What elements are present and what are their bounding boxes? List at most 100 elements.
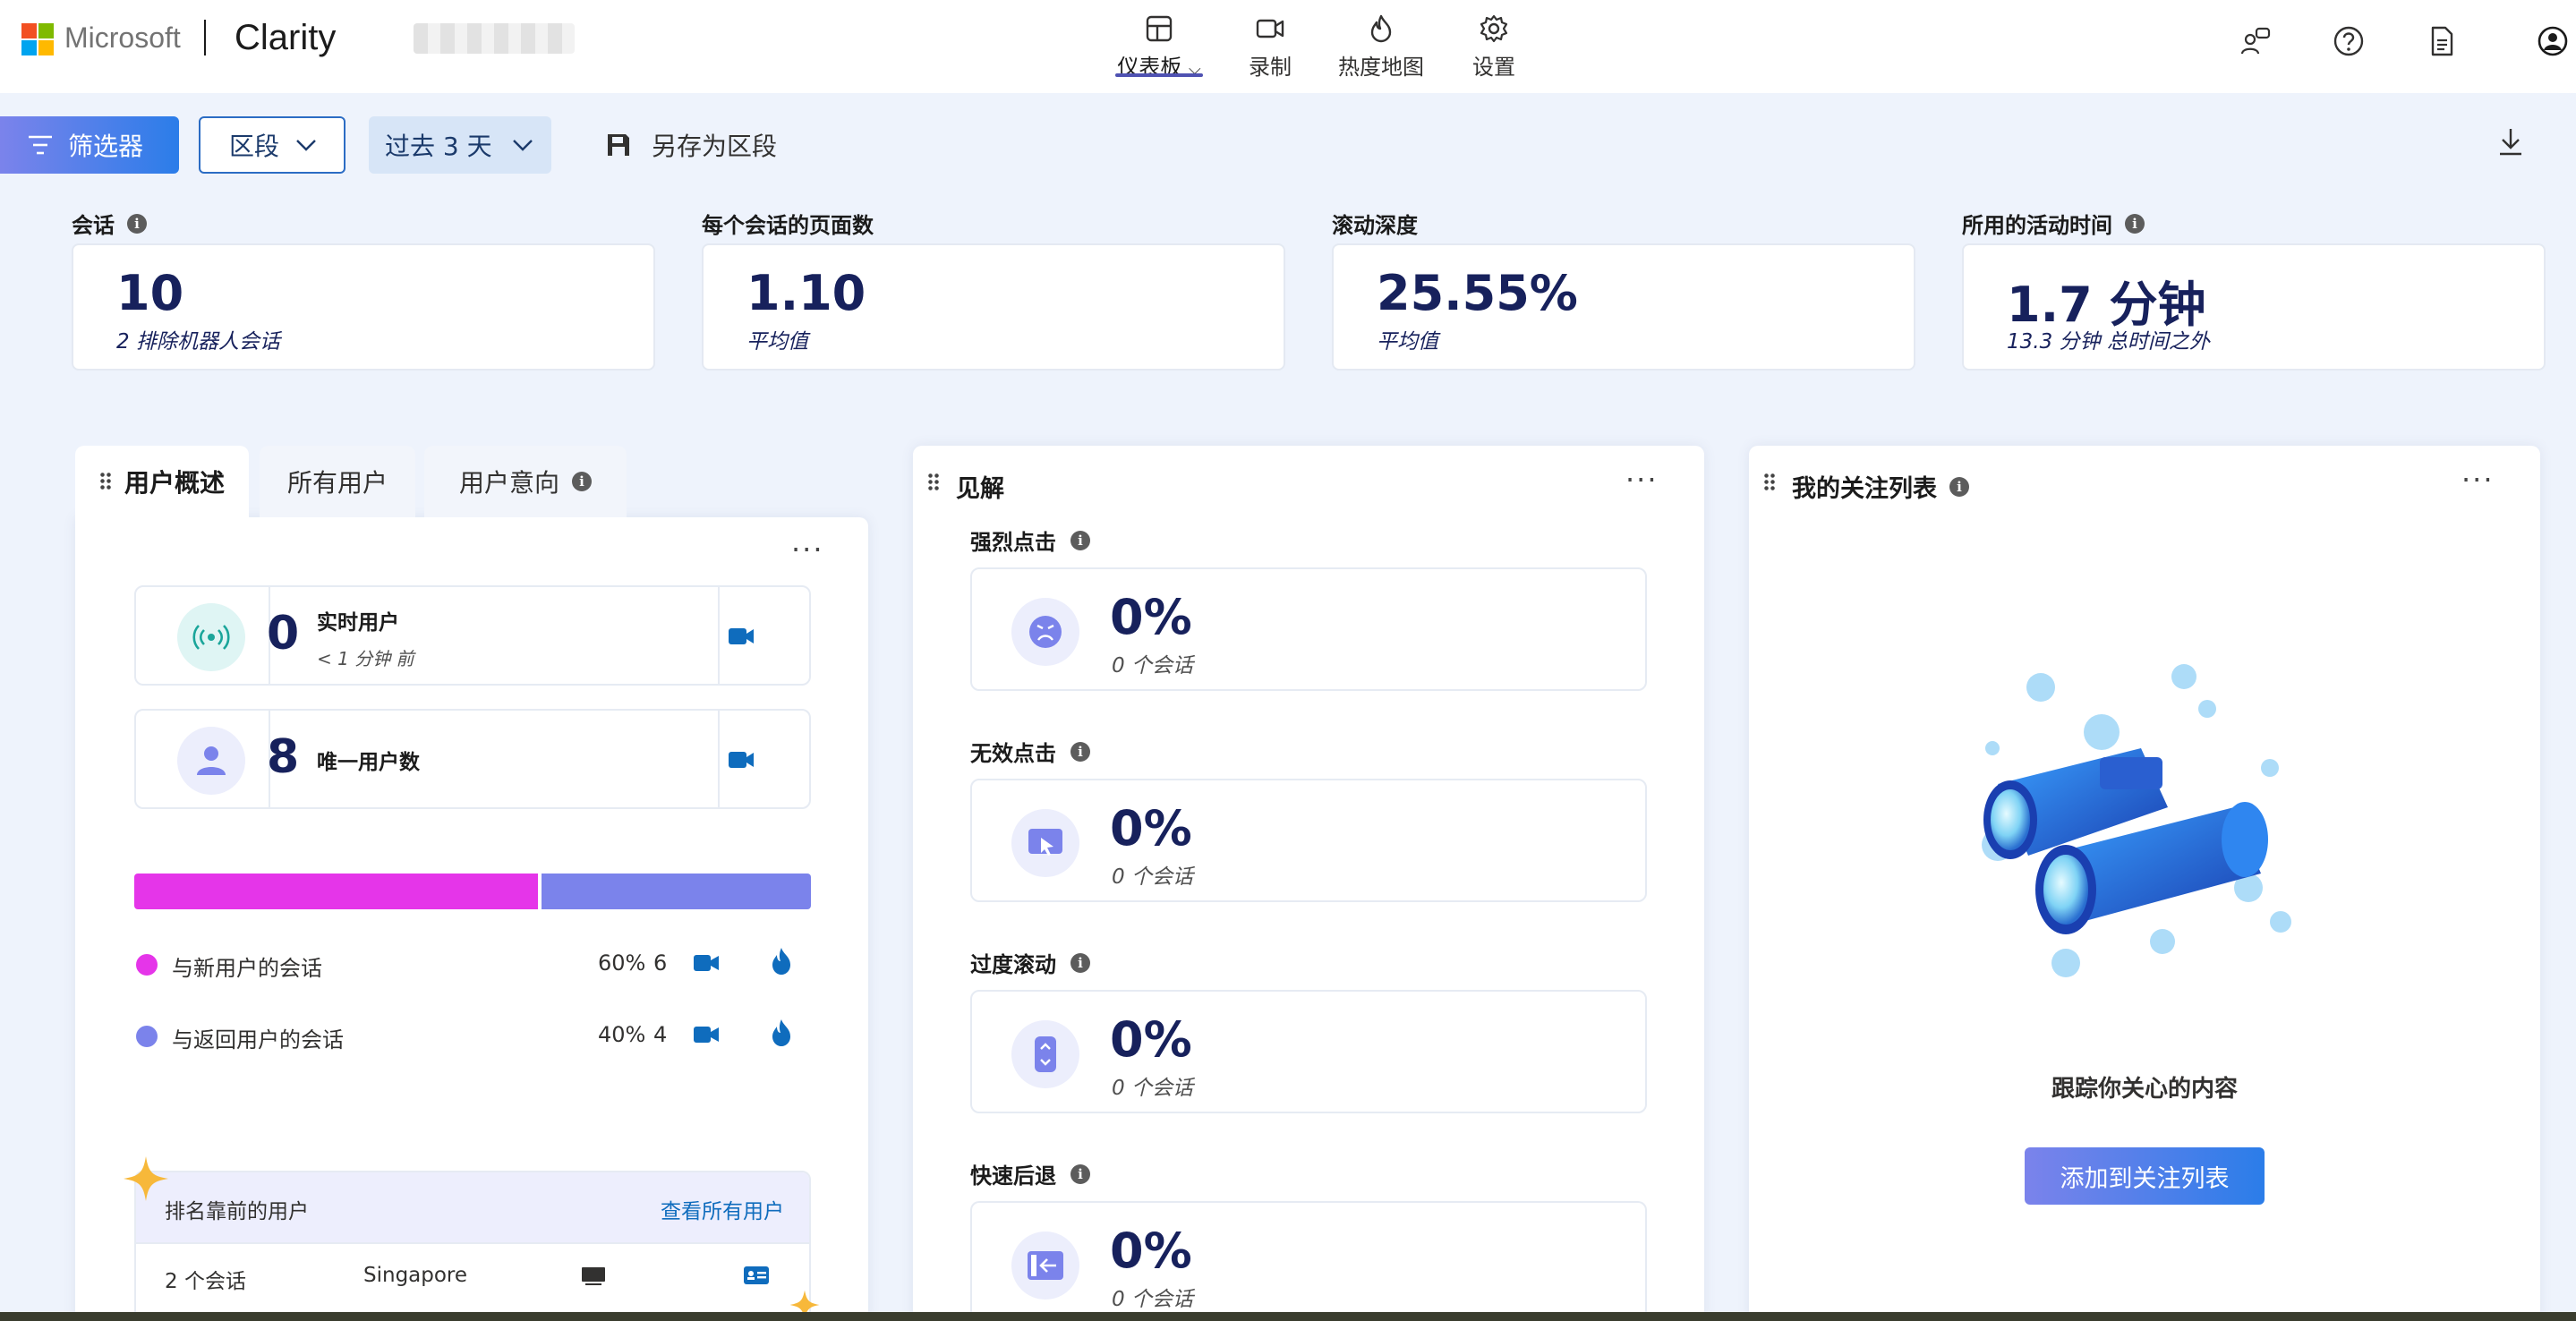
tab-label: 所有用户 [286, 468, 388, 498]
info-icon[interactable]: i [1070, 952, 1090, 973]
info-icon[interactable]: i [572, 472, 592, 491]
nav-settings-label: 设置 [1472, 54, 1515, 80]
info-icon[interactable]: i [2125, 213, 2145, 234]
insight-value: 0% [1110, 1223, 1192, 1279]
video-icon[interactable] [727, 748, 755, 771]
insight-card-rage-clicks[interactable]: 0% 0 个会话 [970, 567, 1647, 691]
account-icon[interactable] [2537, 25, 2569, 57]
info-icon[interactable]: i [1070, 530, 1090, 550]
video-icon[interactable] [693, 952, 720, 974]
quick-backs-label: 快速后退 i [970, 1158, 1090, 1189]
info-icon[interactable]: i [1949, 476, 1969, 497]
project-name-redacted[interactable] [414, 23, 575, 54]
more-options-icon[interactable]: ··· [1625, 465, 1659, 494]
metric-subtext: 平均值 [746, 330, 808, 354]
card-divider [718, 711, 720, 807]
insight-value: 0% [1110, 1011, 1192, 1068]
drag-handle-icon[interactable] [1763, 473, 1776, 492]
insight-card-excessive-scroll[interactable]: 0% 0 个会话 [970, 990, 1647, 1113]
video-icon[interactable] [693, 1024, 720, 1045]
metric-subtext: 2 排除机器人会话 [116, 330, 280, 354]
save-as-segment-label: 另存为区段 [652, 132, 778, 161]
flame-icon[interactable] [770, 947, 793, 976]
drag-handle-icon[interactable] [927, 473, 940, 492]
nav-recordings-label: 录制 [1249, 54, 1292, 80]
segments-dropdown[interactable]: 区段 [199, 116, 345, 174]
chevron-down-icon [296, 140, 316, 151]
filter-toolbar: 筛选器 区段 过去 3 天 另存为区段 [0, 93, 2576, 197]
people-icon[interactable] [2239, 25, 2272, 57]
new-users-bar[interactable] [134, 874, 538, 909]
scroll-depth-card: 25.55% 平均值 [1332, 243, 1915, 371]
filters-button[interactable]: 筛选器 [0, 116, 179, 174]
microsoft-logo [21, 23, 54, 55]
metric-value: 1.10 [746, 265, 866, 321]
save-as-segment-button[interactable]: 另存为区段 [605, 116, 777, 174]
unique-users-card: 8 唯一用户数 [134, 709, 811, 809]
gear-icon [1480, 14, 1508, 42]
video-icon[interactable] [727, 625, 755, 648]
info-icon[interactable]: i [127, 213, 147, 234]
returning-users-bar[interactable] [542, 874, 811, 909]
top-users-header: 排名靠前的用户 查看所有用户 [136, 1172, 809, 1242]
document-icon[interactable] [2426, 25, 2458, 57]
view-all-users-link[interactable]: 查看所有用户 [661, 1194, 784, 1224]
nav-recordings[interactable]: 录制 [1239, 0, 1301, 93]
chevron-down-icon [512, 140, 533, 151]
top-bar: Microsoft Clarity 仪表板 ⌵ 录制 热度地图 设置 [0, 0, 2576, 93]
scroll-depth-label: 滚动深度 [1332, 213, 1418, 238]
nav-heatmaps[interactable]: 热度地图 [1332, 0, 1430, 93]
date-range-dropdown[interactable]: 过去 3 天 [369, 116, 551, 174]
pages-per-session-card: 1.10 平均值 [702, 243, 1285, 371]
watchlist-message: 跟踪你关心的内容 [2051, 1076, 2238, 1103]
table-row[interactable]: 2 个会话 Singapore [136, 1242, 809, 1319]
video-icon [1256, 19, 1284, 38]
card-divider [718, 587, 720, 684]
dashboard-icon [1146, 15, 1173, 41]
legend-label: 与返回用户的会话 [172, 1027, 344, 1053]
brand-text: Microsoft [64, 21, 181, 54]
top-users-card: 排名靠前的用户 查看所有用户 2 个会话 Singapore [134, 1171, 811, 1321]
date-range-label: 过去 3 天 [385, 132, 492, 161]
insight-subtext: 0 个会话 [1112, 654, 1193, 678]
sparkle-icon [124, 1156, 168, 1201]
drag-handle-icon[interactable] [98, 472, 112, 491]
dead-clicks-label: 无效点击 i [970, 736, 1090, 767]
insight-card-dead-clicks[interactable]: 0% 0 个会话 [970, 779, 1647, 902]
more-options-icon[interactable]: ··· [2461, 465, 2495, 494]
legend-percent: 40% [598, 1022, 646, 1047]
help-icon[interactable] [2333, 25, 2365, 57]
tab-user-intent[interactable]: 用户意向 i [424, 446, 627, 517]
live-users-time: < 1 分钟 前 [317, 648, 414, 669]
user-card-icon[interactable] [743, 1266, 770, 1285]
nav-dashboard[interactable]: 仪表板 ⌵ [1115, 0, 1203, 93]
live-users-count: 0 [267, 607, 300, 660]
person-icon [177, 727, 245, 795]
insight-card-quick-backs[interactable]: 0% 0 个会话 [970, 1201, 1647, 1321]
legend-percent: 60% [598, 950, 646, 976]
metric-value: 25.55% [1377, 265, 1578, 321]
metric-subtext: 13.3 分钟 总时间之外 [2007, 330, 2210, 354]
dead-rage-clicks-label: 强烈点击 i [970, 524, 1090, 556]
bottom-edge [0, 1312, 2576, 1321]
nav-settings[interactable]: 设置 [1463, 0, 1525, 93]
download-icon[interactable] [2497, 127, 2524, 156]
flame-icon[interactable] [770, 1018, 793, 1047]
info-icon[interactable]: i [1070, 741, 1090, 762]
info-icon[interactable]: i [1070, 1163, 1090, 1184]
filters-button-label: 筛选器 [68, 132, 144, 161]
tab-all-users[interactable]: 所有用户 [260, 446, 415, 517]
tab-user-overview[interactable]: 用户概述 [75, 446, 249, 517]
tab-label: 用户概述 [124, 468, 225, 498]
insight-subtext: 0 个会话 [1112, 865, 1193, 889]
more-options-icon[interactable]: ··· [791, 535, 824, 564]
cursor-click-icon [1011, 809, 1079, 877]
app-name[interactable]: Clarity [235, 18, 336, 58]
unique-users-count: 8 [267, 730, 300, 784]
live-signal-icon [177, 603, 245, 671]
add-to-watchlist-button[interactable]: 添加到关注列表 [2025, 1147, 2265, 1205]
active-time-card: 1.7 分钟 13.3 分钟 总时间之外 [1962, 243, 2546, 371]
watchlist-title: 我的关注列表 [1792, 475, 1937, 503]
live-users-label: 实时用户 [317, 611, 399, 635]
top-users-title: 排名靠前的用户 [165, 1200, 309, 1223]
